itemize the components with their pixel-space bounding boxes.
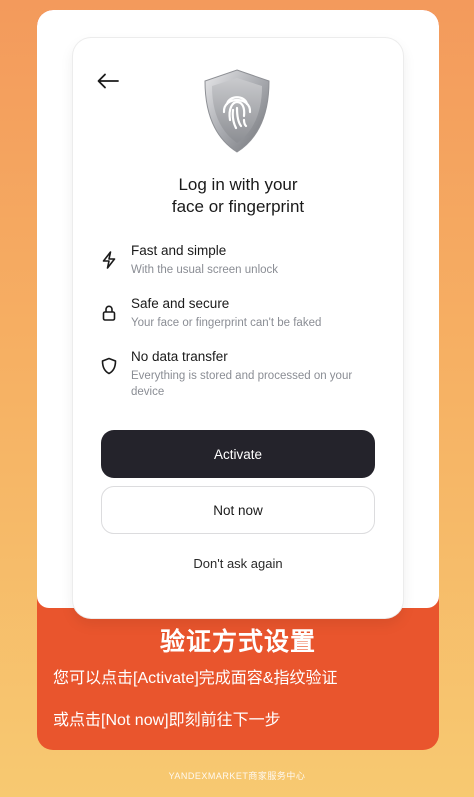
feature-title: Safe and secure (131, 296, 230, 311)
feature-description: Your face or fingerprint can't be faked (131, 317, 322, 329)
lock-icon (102, 305, 116, 321)
activate-button[interactable]: Activate (101, 430, 375, 478)
feature-safe-secure: Safe and secure Your face or fingerprint… (99, 295, 389, 345)
biometric-login-screen: Log in with your face or fingerprint Fas… (73, 38, 403, 618)
feature-title: Fast and simple (131, 243, 227, 258)
screenshot-frame: Log in with your face or fingerprint Fas… (37, 10, 439, 618)
back-button[interactable] (95, 68, 121, 94)
caption-line-1: 您可以点击[Activate]完成面容&指纹验证 (53, 670, 338, 687)
screen-title: Log in with your face or fingerprint (171, 175, 305, 216)
caption-line-2: 或点击[Not now]即刻前往下一步 (53, 712, 281, 729)
feature-title: No data transfer (131, 349, 228, 364)
tutorial-card: Log in with your face or fingerprint Fas… (37, 10, 439, 750)
feature-fast-simple: Fast and simple With the usual screen un… (99, 242, 389, 292)
shield-icon (101, 357, 117, 375)
arrow-left-icon (97, 73, 119, 89)
caption-heading: 验证方式设置 (159, 628, 316, 656)
not-now-button[interactable]: Not now (101, 486, 375, 534)
dont-ask-again-link[interactable]: Don't ask again (73, 556, 403, 571)
feature-description: Everything is stored and processed on yo… (131, 370, 353, 398)
feature-description: With the usual screen unlock (131, 264, 279, 276)
fingerprint-shield-icon (204, 69, 270, 153)
footer-brand: YANDEXMARKET商家服务中心 (168, 771, 306, 781)
lightning-icon (102, 251, 116, 269)
feature-no-data-transfer: No data transfer Everything is stored an… (99, 348, 389, 398)
